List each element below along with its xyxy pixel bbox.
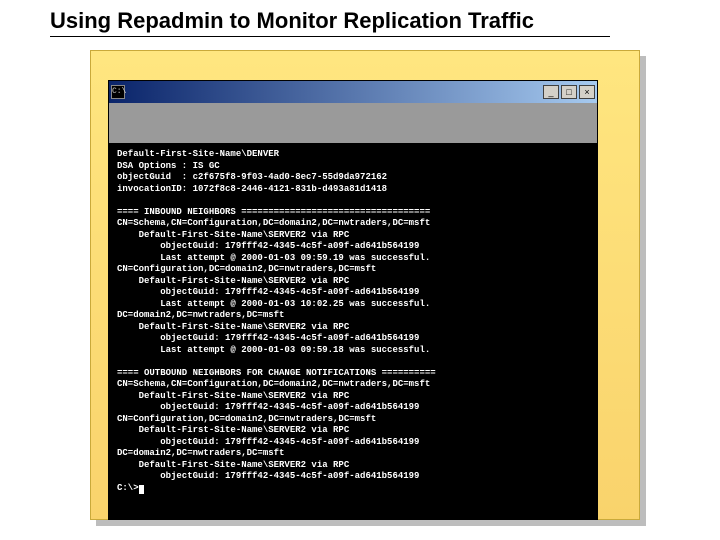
cmd-line: Last attempt @ 2000-01-03 09:59.19 was s…	[117, 253, 430, 263]
cmd-section-heading: ==== OUTBOUND NEIGHBORS FOR CHANGE NOTIF…	[117, 368, 436, 378]
cmd-output: Default-First-Site-Name\DENVER DSA Optio…	[109, 143, 597, 519]
cmd-line: DC=domain2,DC=nwtraders,DC=msft	[117, 448, 284, 458]
cmd-prompt: C:\>	[117, 483, 139, 493]
cmd-line: objectGuid: 179fff42-4345-4c5f-a09f-ad64…	[117, 437, 419, 447]
cmd-line: objectGuid: 179fff42-4345-4c5f-a09f-ad64…	[117, 287, 419, 297]
cmd-line: CN=Schema,CN=Configuration,DC=domain2,DC…	[117, 218, 430, 228]
cmd-line: Default-First-Site-Name\DENVER	[117, 149, 279, 159]
cmd-line: DSA Options : IS GC	[117, 161, 220, 171]
command-prompt-window: C:\ _ □ × Default-First-Site-Name\DENVER…	[108, 80, 598, 520]
page-title: Using Repadmin to Monitor Replication Tr…	[50, 8, 610, 37]
cmd-line: Last attempt @ 2000-01-03 09:59.18 was s…	[117, 345, 430, 355]
cmd-line: Default-First-Site-Name\SERVER2 via RPC	[117, 460, 349, 470]
cmd-line: CN=Configuration,DC=domain2,DC=nwtraders…	[117, 414, 376, 424]
cmd-line: CN=Schema,CN=Configuration,DC=domain2,DC…	[117, 379, 430, 389]
cmd-line: objectGuid: 179fff42-4345-4c5f-a09f-ad64…	[117, 471, 419, 481]
cmd-line: invocationID: 1072f8c8-2446-4121-831b-d4…	[117, 184, 387, 194]
cmd-line: objectGuid: 179fff42-4345-4c5f-a09f-ad64…	[117, 333, 419, 343]
cmd-toolbar-area	[109, 103, 597, 143]
cmd-line: Default-First-Site-Name\SERVER2 via RPC	[117, 425, 349, 435]
cmd-line: objectGuid : c2f675f8-9f03-4ad0-8ec7-55d…	[117, 172, 387, 182]
maximize-button[interactable]: □	[561, 85, 577, 99]
cmd-section-heading: ==== INBOUND NEIGHBORS =================…	[117, 207, 430, 217]
cmd-line: Last attempt @ 2000-01-03 10:02.25 was s…	[117, 299, 430, 309]
close-button[interactable]: ×	[579, 85, 595, 99]
cmd-line: objectGuid: 179fff42-4345-4c5f-a09f-ad64…	[117, 241, 419, 251]
cmd-line: Default-First-Site-Name\SERVER2 via RPC	[117, 322, 349, 332]
cmd-line: Default-First-Site-Name\SERVER2 via RPC	[117, 230, 349, 240]
cursor-icon	[139, 485, 144, 494]
cmd-titlebar: C:\ _ □ ×	[109, 81, 597, 103]
minimize-button[interactable]: _	[543, 85, 559, 99]
cmd-line: Default-First-Site-Name\SERVER2 via RPC	[117, 276, 349, 286]
cmd-line: CN=Configuration,DC=domain2,DC=nwtraders…	[117, 264, 376, 274]
cmd-icon: C:\	[111, 85, 125, 99]
cmd-line: objectGuid: 179fff42-4345-4c5f-a09f-ad64…	[117, 402, 419, 412]
cmd-line: DC=domain2,DC=nwtraders,DC=msft	[117, 310, 284, 320]
cmd-line: Default-First-Site-Name\SERVER2 via RPC	[117, 391, 349, 401]
